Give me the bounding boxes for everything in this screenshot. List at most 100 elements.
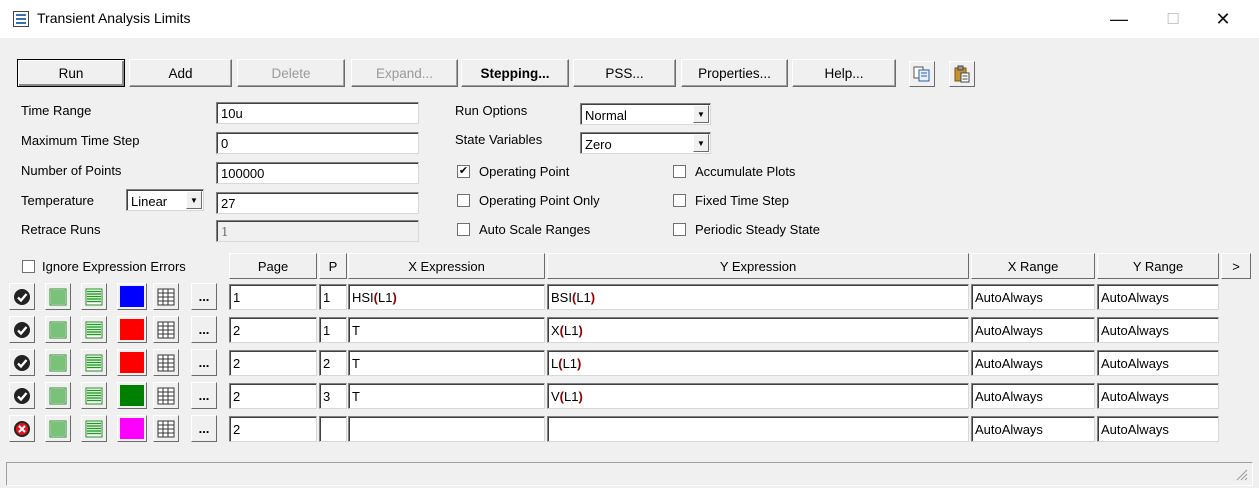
vertical-grid-icon[interactable] (45, 382, 71, 409)
color-swatch-button[interactable] (117, 382, 147, 409)
stepping-button[interactable]: Stepping... (461, 59, 569, 87)
operating-point-only-checkbox[interactable]: Operating Point Only (457, 193, 600, 208)
p-cell[interactable]: 2 (319, 350, 347, 376)
vertical-grid-icon[interactable] (45, 316, 71, 343)
x-range-cell[interactable]: AutoAlways (971, 350, 1095, 376)
temperature-mode-select[interactable]: Linear ▼ (126, 189, 204, 211)
y-range-cell[interactable]: AutoAlways (1097, 416, 1219, 442)
x-expression-cell[interactable]: HSI(L1) (348, 284, 545, 310)
y-range-cell[interactable]: AutoAlways (1097, 383, 1219, 409)
page-cell[interactable]: 2 (229, 350, 317, 376)
number-of-points-label: Number of Points (21, 163, 122, 178)
number-of-points-field[interactable]: 100000 (216, 162, 419, 184)
auto-scale-ranges-checkbox[interactable]: Auto Scale Ranges (457, 222, 590, 237)
temperature-field[interactable]: 27 (216, 192, 419, 214)
chevron-down-icon[interactable]: ▼ (693, 105, 709, 123)
horizontal-grid-icon[interactable] (81, 283, 107, 310)
color-swatch-button[interactable] (117, 349, 147, 376)
max-time-step-field[interactable]: 0 (216, 132, 419, 154)
p-cell[interactable] (319, 416, 347, 442)
more-options-button[interactable]: ... (191, 316, 217, 343)
table-grid-icon[interactable] (153, 316, 179, 343)
y-expression-cell[interactable]: V(L1) (547, 383, 969, 409)
more-options-button[interactable]: ... (191, 415, 217, 442)
close-icon[interactable]: ✕ (1200, 4, 1246, 34)
time-range-label: Time Range (21, 103, 92, 118)
y-range-cell[interactable]: AutoAlways (1097, 350, 1219, 376)
column-header-p[interactable]: P (319, 253, 347, 279)
p-cell[interactable]: 1 (319, 284, 347, 310)
x-expression-cell[interactable]: T (348, 383, 545, 409)
color-swatch-button[interactable] (117, 316, 147, 343)
properties-button[interactable]: Properties... (681, 59, 788, 87)
run-button[interactable]: Run (17, 59, 125, 87)
state-variables-select[interactable]: Zero ▼ (580, 132, 711, 154)
page-cell[interactable]: 1 (229, 284, 317, 310)
horizontal-grid-icon[interactable] (81, 316, 107, 343)
x-range-cell[interactable]: AutoAlways (971, 317, 1095, 343)
delete-button[interactable]: Delete (237, 59, 345, 87)
column-header-x-expression[interactable]: X Expression (348, 253, 545, 279)
horizontal-grid-icon[interactable] (81, 415, 107, 442)
enabled-check-icon[interactable] (9, 316, 35, 343)
minimize-icon[interactable]: — (1096, 4, 1142, 34)
chevron-down-icon[interactable]: ▼ (186, 191, 202, 209)
y-range-cell[interactable]: AutoAlways (1097, 284, 1219, 310)
y-expression-cell[interactable]: X(L1) (547, 317, 969, 343)
vertical-grid-icon[interactable] (45, 283, 71, 310)
resize-grip-icon[interactable] (1236, 469, 1248, 481)
time-range-field[interactable]: 10u (216, 102, 419, 124)
periodic-steady-state-checkbox[interactable]: Periodic Steady State (673, 222, 820, 237)
pss-button[interactable]: PSS... (573, 59, 676, 87)
paste-icon[interactable] (949, 61, 975, 87)
p-cell[interactable]: 1 (319, 317, 347, 343)
x-range-cell[interactable]: AutoAlways (971, 416, 1095, 442)
add-button[interactable]: Add (129, 59, 232, 87)
x-range-cell[interactable]: AutoAlways (971, 383, 1095, 409)
horizontal-grid-icon[interactable] (81, 349, 107, 376)
y-range-cell[interactable]: AutoAlways (1097, 317, 1219, 343)
scroll-columns-right-button[interactable]: > (1221, 253, 1251, 279)
ignore-expression-errors-checkbox[interactable]: Ignore Expression Errors (22, 259, 186, 274)
table-grid-icon[interactable] (153, 415, 179, 442)
enabled-check-icon[interactable] (9, 349, 35, 376)
y-expression-cell[interactable] (547, 416, 969, 442)
x-expression-cell[interactable] (348, 416, 545, 442)
y-expression-cell[interactable]: L(L1) (547, 350, 969, 376)
maximize-icon[interactable]: ☐ (1150, 4, 1196, 34)
vertical-grid-icon[interactable] (45, 415, 71, 442)
enabled-check-icon[interactable] (9, 382, 35, 409)
enabled-check-icon[interactable] (9, 283, 35, 310)
more-options-button[interactable]: ... (191, 283, 217, 310)
fixed-time-step-checkbox[interactable]: Fixed Time Step (673, 193, 789, 208)
horizontal-grid-icon[interactable] (81, 382, 107, 409)
x-expression-cell[interactable]: T (348, 350, 545, 376)
page-cell[interactable]: 2 (229, 383, 317, 409)
page-cell[interactable]: 2 (229, 416, 317, 442)
more-options-button[interactable]: ... (191, 382, 217, 409)
operating-point-checkbox[interactable]: ✔ Operating Point (457, 164, 569, 179)
table-grid-icon[interactable] (153, 349, 179, 376)
column-header-x-range[interactable]: X Range (971, 253, 1095, 279)
color-swatch-button[interactable] (117, 283, 147, 310)
more-options-button[interactable]: ... (191, 349, 217, 376)
x-expression-cell[interactable]: T (348, 317, 545, 343)
disabled-error-icon[interactable] (9, 415, 35, 442)
expand-button[interactable]: Expand... (351, 59, 458, 87)
copy-icon[interactable] (909, 61, 935, 87)
vertical-grid-icon[interactable] (45, 349, 71, 376)
y-expression-cell[interactable]: BSI(L1) (547, 284, 969, 310)
p-cell[interactable]: 3 (319, 383, 347, 409)
column-header-y-range[interactable]: Y Range (1097, 253, 1219, 279)
column-header-page[interactable]: Page (229, 253, 317, 279)
table-grid-icon[interactable] (153, 283, 179, 310)
color-swatch-button[interactable] (117, 415, 147, 442)
accumulate-plots-checkbox[interactable]: Accumulate Plots (673, 164, 795, 179)
table-grid-icon[interactable] (153, 382, 179, 409)
x-range-cell[interactable]: AutoAlways (971, 284, 1095, 310)
page-cell[interactable]: 2 (229, 317, 317, 343)
chevron-down-icon[interactable]: ▼ (693, 134, 709, 152)
run-options-select[interactable]: Normal ▼ (580, 103, 711, 125)
help-button[interactable]: Help... (792, 59, 896, 87)
column-header-y-expression[interactable]: Y Expression (547, 253, 969, 279)
